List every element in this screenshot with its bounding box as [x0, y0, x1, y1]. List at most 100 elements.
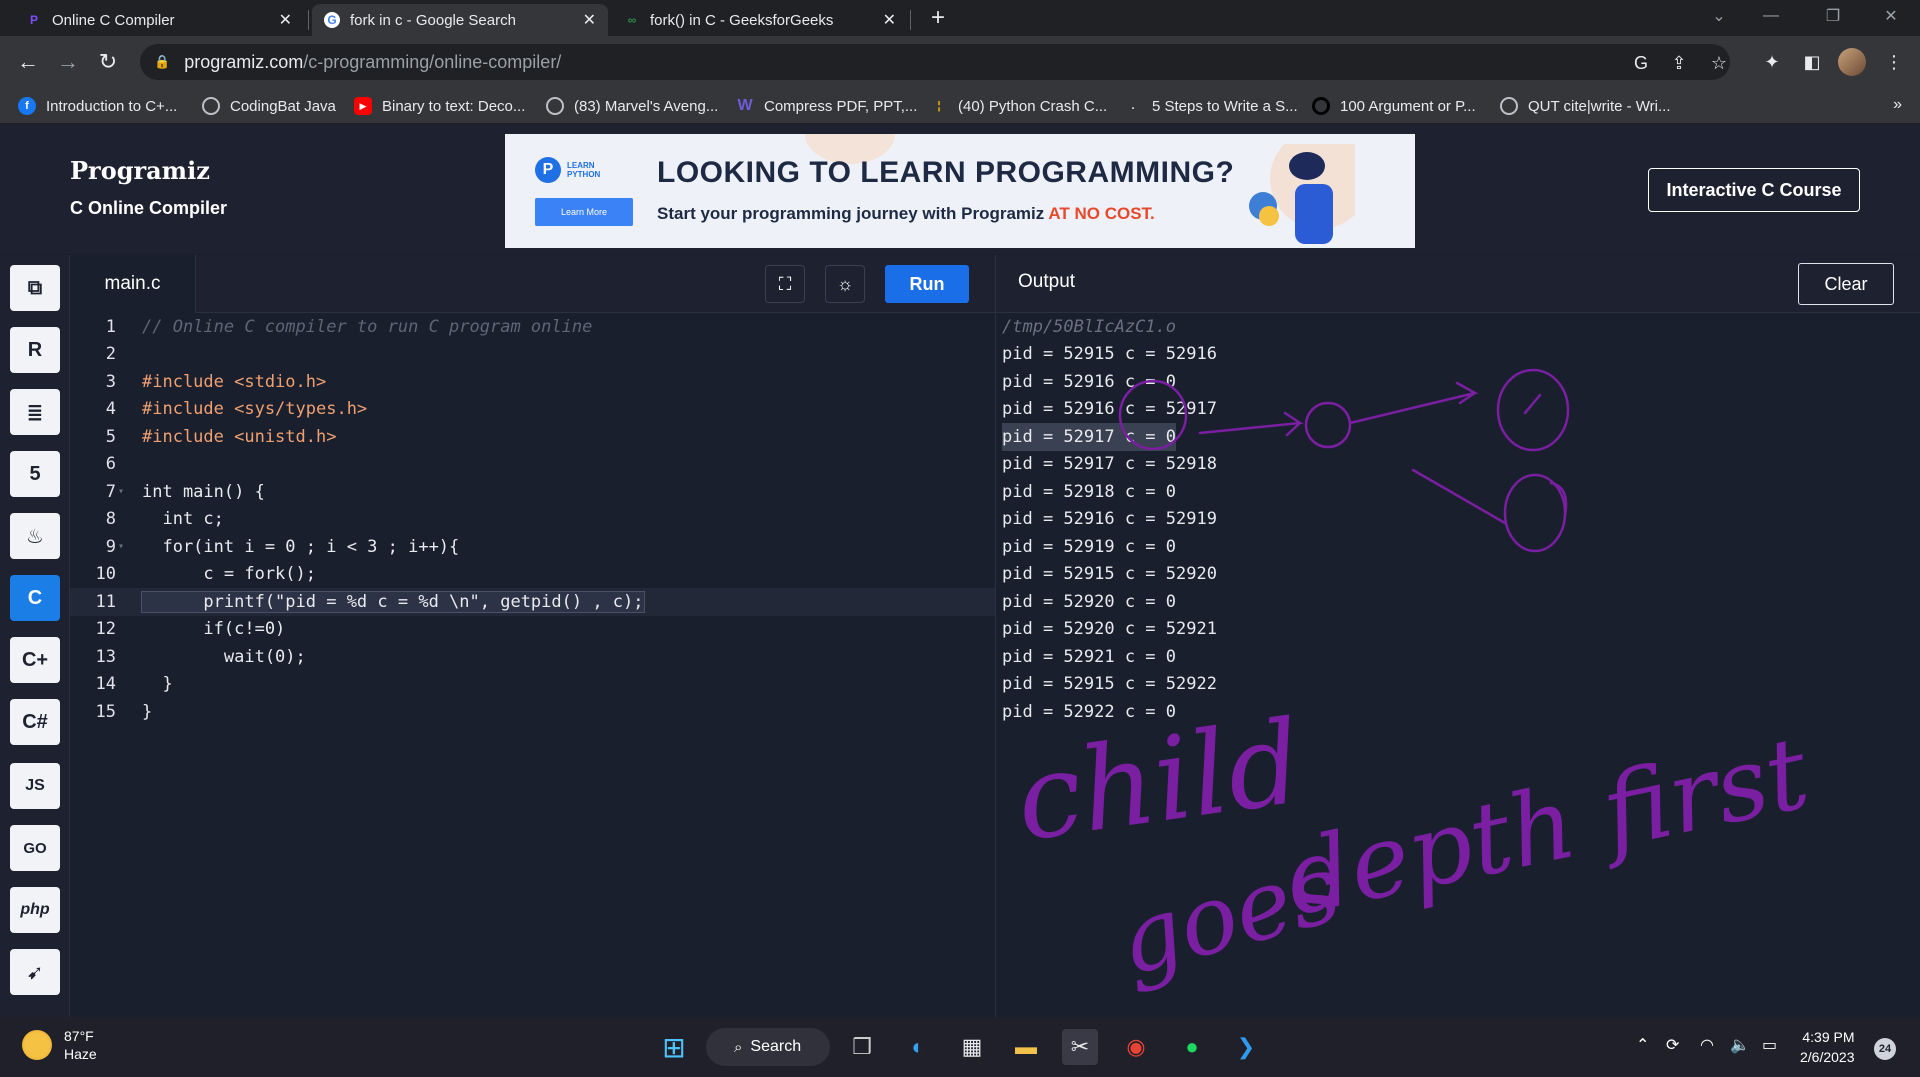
- output-line: pid = 52921 c = 0: [1002, 646, 1176, 667]
- bookmark-item[interactable]: . 5 Steps to Write a S...: [1124, 94, 1298, 118]
- sidebar-item-python[interactable]: ⧉: [10, 265, 60, 311]
- interactive-course-button[interactable]: Interactive C Course: [1648, 168, 1860, 212]
- task-view-icon[interactable]: ❒: [844, 1029, 880, 1065]
- spotify-icon[interactable]: ●: [1174, 1029, 1210, 1065]
- sync-icon[interactable]: ⟳: [1666, 1035, 1679, 1055]
- fold-icon[interactable]: ▾: [118, 486, 128, 497]
- tray-overflow-icon[interactable]: ⌃: [1636, 1035, 1649, 1055]
- more-bookmarks-icon[interactable]: »: [1893, 96, 1902, 114]
- r-icon: R: [27, 338, 43, 361]
- learn-more-button[interactable]: Learn More: [535, 198, 633, 226]
- bookmark-item[interactable]: CodingBat Java: [202, 94, 336, 118]
- snipping-tool-icon[interactable]: ✂: [1062, 1029, 1098, 1065]
- new-tab-button[interactable]: +: [924, 4, 952, 32]
- sidebar-item-c[interactable]: C: [10, 575, 60, 621]
- close-icon[interactable]: ✕: [883, 10, 896, 30]
- side-panel-icon[interactable]: ◧: [1798, 48, 1826, 76]
- line-text: int c;: [142, 509, 224, 530]
- code-line: 10 c = fork();: [70, 561, 995, 589]
- sidebar-item-js[interactable]: JS: [10, 763, 60, 809]
- facebook-icon: f: [18, 97, 36, 115]
- sidebar-item-csharp[interactable]: C#: [10, 699, 60, 745]
- bookmark-item[interactable]: ▶ Binary to text: Deco...: [354, 94, 525, 118]
- output-header: Output Clear: [996, 255, 1920, 313]
- google-lens-icon[interactable]: G: [1628, 50, 1654, 76]
- edge-icon[interactable]: ◐: [900, 1029, 936, 1065]
- taskbar-search-label: Search: [750, 1038, 802, 1055]
- tab-fork-google-search[interactable]: G fork in c - Google Search ✕: [312, 4, 608, 36]
- programiz-logo[interactable]: Programiz: [70, 156, 210, 185]
- sidebar-item-swift[interactable]: ➹: [10, 949, 60, 995]
- bookmark-item[interactable]: QUT cite|write - Wri...: [1500, 94, 1671, 118]
- forward-icon[interactable]: →: [54, 48, 82, 76]
- line-number: 15: [95, 701, 116, 722]
- file-explorer-icon[interactable]: ▬: [1008, 1029, 1044, 1065]
- close-window-icon[interactable]: ✕: [1868, 0, 1914, 32]
- share-icon[interactable]: ⇪: [1666, 50, 1692, 76]
- theme-toggle-icon[interactable]: ☼: [825, 265, 865, 303]
- globe-icon: [202, 97, 220, 115]
- sidebar-item-cpp[interactable]: C+: [10, 637, 60, 683]
- vscode-icon[interactable]: ❯: [1228, 1029, 1264, 1065]
- sidebar-item-php[interactable]: php: [10, 887, 60, 933]
- output-line: pid = 52916 c = 52919: [1002, 509, 1217, 530]
- reload-icon[interactable]: ↻: [94, 48, 122, 76]
- language-sidebar: ⧉ R ≣ 5 ♨ C C+ C# JS GO php ➹: [0, 255, 70, 1017]
- line-text-selected: printf("pid = %d c = %d \n", getpid() , …: [141, 590, 645, 613]
- minimize-icon[interactable]: —: [1748, 0, 1794, 32]
- code-line: 5 #include <unistd.h>: [70, 423, 995, 451]
- back-icon[interactable]: ←: [14, 48, 42, 76]
- search-icon: ⌕: [734, 1038, 743, 1056]
- star-icon[interactable]: ☆: [1706, 50, 1732, 76]
- c-icon: C: [27, 586, 43, 609]
- editor-toolbar: main.c ⛶ ☼ Run: [70, 255, 995, 313]
- restore-icon[interactable]: ❐: [1810, 0, 1856, 32]
- close-icon[interactable]: ✕: [583, 10, 596, 30]
- sidebar-item-sql[interactable]: ≣: [10, 389, 60, 435]
- windows-start-icon[interactable]: ⊞: [656, 1029, 692, 1065]
- csharp-icon: C#: [22, 710, 48, 733]
- bookmark-item[interactable]: W Compress PDF, PPT,...: [736, 94, 917, 118]
- bookmark-item[interactable]: 100 Argument or P...: [1312, 94, 1476, 118]
- battery-icon[interactable]: ▭: [1762, 1035, 1777, 1055]
- lock-icon: 🔒: [154, 54, 171, 69]
- notification-badge[interactable]: 24: [1874, 1038, 1896, 1060]
- clock[interactable]: 4:39 PM 2/6/2023: [1800, 1027, 1855, 1067]
- line-text: int main() {: [142, 481, 265, 502]
- bookmark-item[interactable]: f Introduction to C+...: [18, 94, 177, 118]
- fold-icon[interactable]: ▾: [118, 541, 128, 552]
- store-icon[interactable]: ▦: [954, 1029, 990, 1065]
- bookmark-label: QUT cite|write - Wri...: [1528, 97, 1671, 115]
- taskbar-search[interactable]: ⌕ Search: [706, 1028, 830, 1066]
- circle-icon: [1312, 97, 1330, 115]
- ad-banner[interactable]: P LEARN PYTHON Learn More LOOKING TO LEAR…: [505, 134, 1415, 248]
- url-field[interactable]: 🔒 programiz.com/c-programming/online-com…: [140, 44, 1730, 80]
- weather-widget[interactable]: 87°F Haze: [22, 1027, 97, 1063]
- volume-icon[interactable]: 🔈: [1730, 1035, 1750, 1055]
- file-tab-main-c[interactable]: main.c: [70, 255, 196, 313]
- tab-search-icon[interactable]: ⌄: [1696, 0, 1742, 32]
- run-button[interactable]: Run: [885, 265, 969, 303]
- bookmark-item[interactable]: ¦ (40) Python Crash C...: [930, 94, 1107, 118]
- bookmark-item[interactable]: (83) Marvel's Aveng...: [546, 94, 718, 118]
- close-icon[interactable]: ✕: [279, 10, 292, 30]
- sidebar-item-html[interactable]: 5: [10, 451, 60, 497]
- menu-icon[interactable]: ⋮: [1880, 48, 1908, 76]
- tab-fork-geeksforgeeks[interactable]: ∞ fork() in C - GeeksforGeeks ✕: [612, 4, 908, 36]
- sidebar-item-java[interactable]: ♨: [10, 513, 60, 559]
- chrome-icon[interactable]: ◉: [1118, 1029, 1154, 1065]
- clear-button[interactable]: Clear: [1798, 263, 1894, 305]
- extensions-icon[interactable]: ✦: [1758, 48, 1786, 76]
- database-icon: ≣: [26, 401, 44, 424]
- profile-avatar[interactable]: [1838, 48, 1866, 76]
- wifi-icon[interactable]: ◠: [1700, 1035, 1714, 1055]
- sidebar-item-r[interactable]: R: [10, 327, 60, 373]
- fullscreen-icon[interactable]: ⛶: [765, 265, 805, 303]
- browser-tab-bar: P Online C Compiler ✕ G fork in c - Goog…: [0, 0, 1920, 36]
- line-number: 3: [105, 371, 116, 392]
- code-area[interactable]: 1 // Online C compiler to run C program o…: [70, 313, 995, 1017]
- sidebar-item-go[interactable]: GO: [10, 825, 60, 871]
- bookmark-label: 5 Steps to Write a S...: [1152, 97, 1298, 115]
- weather-temperature: 87°F: [64, 1028, 94, 1044]
- tab-online-c-compiler[interactable]: P Online C Compiler ✕: [14, 4, 304, 36]
